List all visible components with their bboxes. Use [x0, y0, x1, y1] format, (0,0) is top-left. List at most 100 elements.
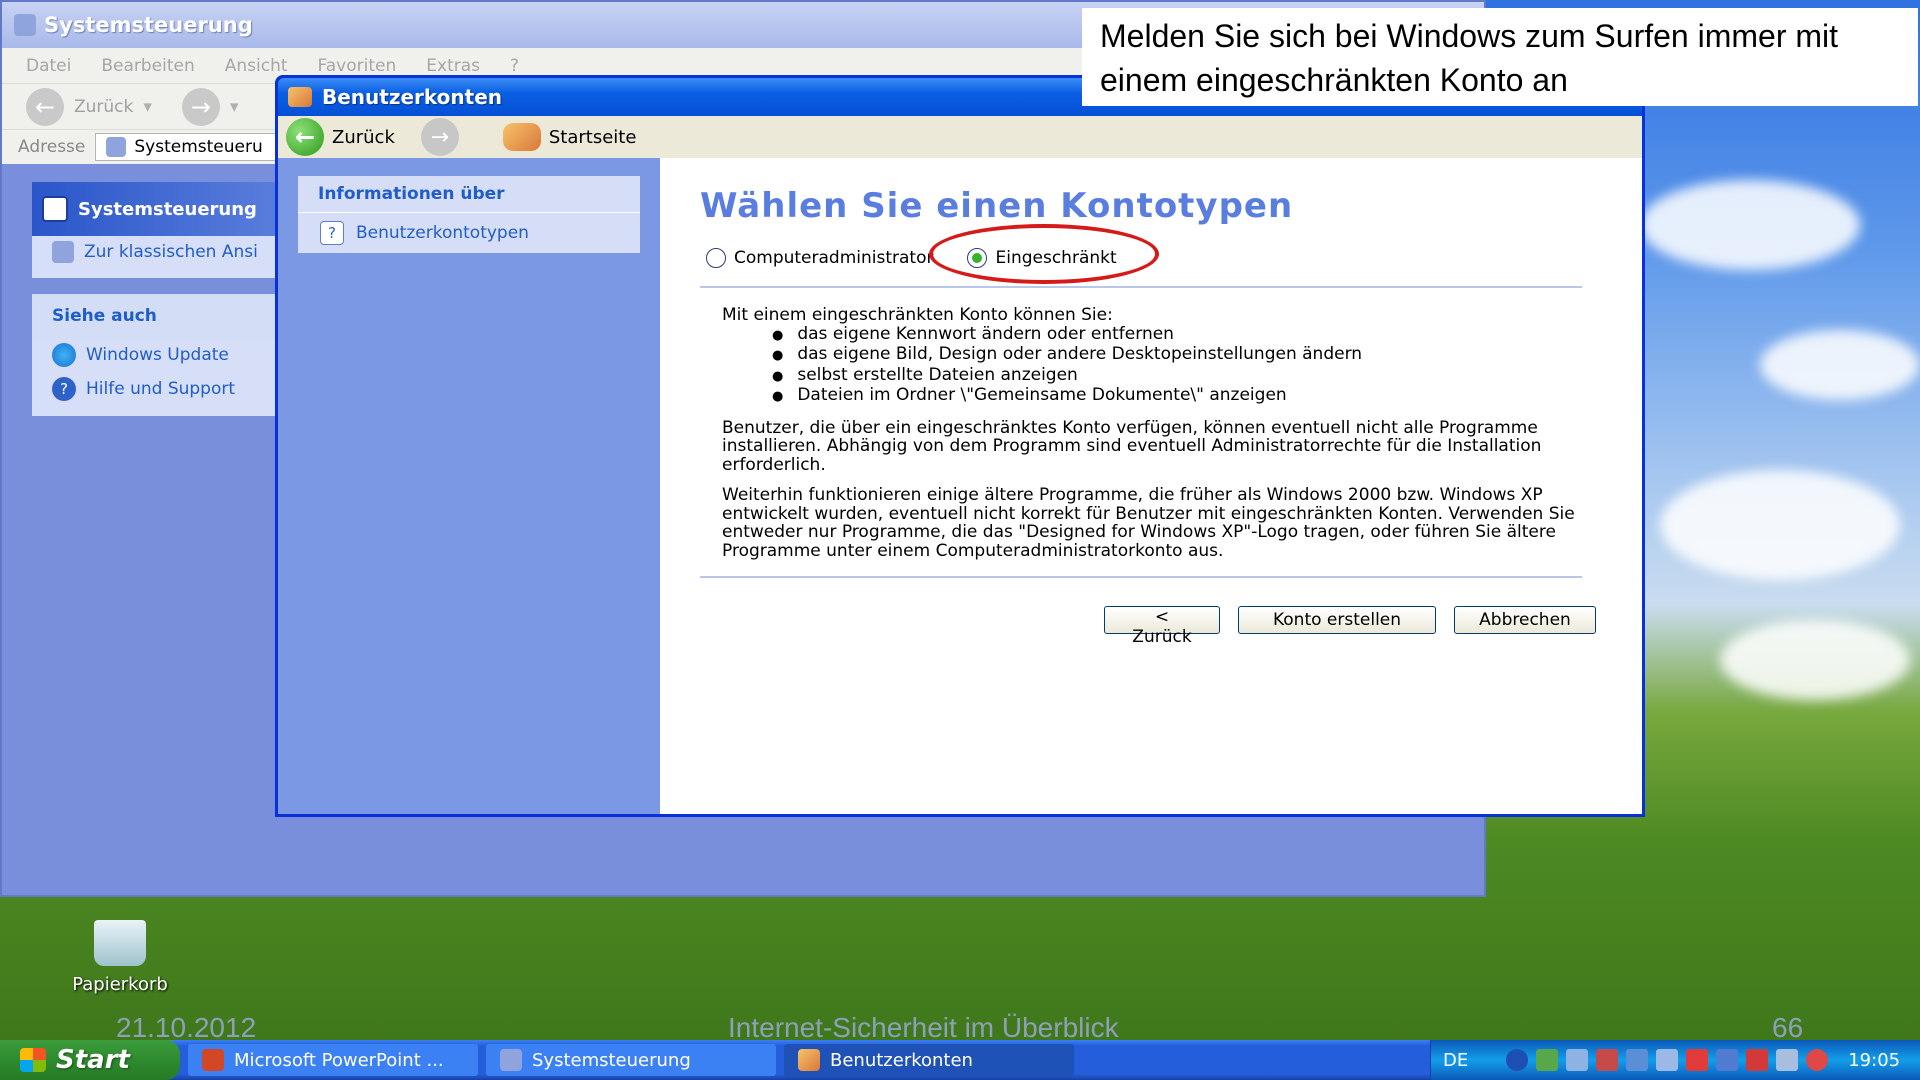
back-button[interactable]: < Zurück [1104, 606, 1220, 647]
alert-icon[interactable] [1746, 1049, 1769, 1071]
dialog-title: Benutzerkonten [322, 85, 503, 109]
security-icon[interactable] [1596, 1049, 1619, 1071]
task-user-accounts[interactable]: Benutzerkonten [784, 1044, 1074, 1076]
language-indicator[interactable]: DE [1443, 1050, 1468, 1071]
windows-update-label: Windows Update [86, 345, 229, 365]
dialog-side-pane: Informationen über ? Benutzerkontotypen [278, 158, 660, 814]
address-value: Systemsteueru [134, 137, 263, 157]
volume-icon[interactable] [1566, 1049, 1589, 1071]
recycle-bin-label: Papierkorb [72, 974, 168, 995]
task-powerpoint[interactable]: Microsoft PowerPoint ... [188, 1044, 478, 1076]
task-label: Microsoft PowerPoint ... [234, 1049, 444, 1071]
radio-computer-admin[interactable] [706, 248, 726, 268]
back-arrow-icon[interactable]: ← [26, 87, 64, 126]
slide-annotation: Melden Sie sich bei Windows zum Surfen i… [1082, 8, 1918, 106]
classic-view-link[interactable]: Zur klassischen Ansi [32, 236, 282, 268]
display-icon[interactable] [1716, 1049, 1739, 1071]
windows-update-icon [52, 343, 76, 367]
create-account-button[interactable]: Konto erstellen [1238, 606, 1436, 634]
chevron-down-icon[interactable]: ▾ [143, 97, 152, 117]
dialog-main-pane: Wählen Sie einen Kontotypen Computeradmi… [660, 158, 1642, 814]
start-label: Start [56, 1045, 130, 1075]
cloud [1640, 180, 1860, 270]
dialog-toolbar: ← Zurück → Startseite [278, 116, 1642, 158]
taskbar: Start Microsoft PowerPoint ... Systemste… [0, 1040, 1920, 1080]
chevron-down-icon[interactable]: ▾ [230, 97, 239, 117]
recycle-bin[interactable]: Papierkorb [60, 920, 180, 995]
highlight-circle [929, 224, 1159, 284]
permission-list: das eigene Kennwort ändern oder entferne… [797, 324, 1602, 407]
description-intro: Mit einem eingeschränkten Konto können S… [722, 305, 1113, 325]
users-home-icon[interactable] [502, 123, 541, 151]
control-panel-icon [106, 137, 127, 157]
control-panel-left-pane: Systemsteuerung Zur klassischen Ansi Sie… [32, 182, 282, 432]
window-title: Systemsteuerung [44, 13, 253, 37]
help-support-label: Hilfe und Support [86, 379, 236, 399]
see-also-title: Siehe auch [32, 294, 282, 338]
back-arrow-icon[interactable]: ← [286, 118, 324, 156]
info-box-title: Informationen über [298, 176, 640, 213]
back-button-label[interactable]: Zurück [74, 97, 133, 117]
windows-update-link[interactable]: Windows Update [32, 338, 282, 372]
list-item: das eigene Kennwort ändern oder entferne… [797, 324, 1602, 346]
page-title: Wählen Sie einen Kontotypen [700, 186, 1294, 226]
classic-view-label: Zur klassischen Ansi [84, 242, 258, 262]
account-types-label: Benutzerkontotypen [356, 223, 529, 243]
cloud [1660, 470, 1900, 580]
task-control-panel[interactable]: Systemsteuerung [486, 1044, 776, 1076]
update-icon[interactable] [1656, 1049, 1679, 1071]
recycle-bin-icon [94, 920, 146, 966]
radio-computer-admin-label[interactable]: Computeradministrator [734, 248, 933, 268]
help-support-link[interactable]: ? Hilfe und Support [32, 372, 282, 406]
control-panel-icon [52, 241, 74, 263]
see-also-box: Siehe auch Windows Update ? Hilfe und Su… [32, 294, 282, 416]
list-item: Dateien im Ordner \"Gemeinsame Dokumente… [797, 386, 1602, 407]
dialog-back-label[interactable]: Zurück [332, 127, 395, 148]
cloud [1760, 330, 1920, 400]
home-link[interactable]: Startseite [549, 127, 637, 148]
users-icon [798, 1049, 820, 1071]
menu-item-datei[interactable]: Datei [26, 56, 71, 76]
powerpoint-icon [202, 1049, 224, 1071]
account-types-link[interactable]: ? Benutzerkontotypen [298, 213, 640, 253]
monitor-icon[interactable] [1776, 1049, 1799, 1071]
dialog-button-row: < Zurück Konto erstellen Abbrechen [700, 606, 1596, 647]
forward-arrow-icon[interactable]: → [420, 118, 459, 156]
shield-icon[interactable] [1806, 1049, 1829, 1071]
menu-item-favoriten[interactable]: Favoriten [318, 56, 397, 76]
help-icon: ? [320, 221, 344, 245]
menu-item-extras[interactable]: Extras [426, 56, 480, 76]
start-button[interactable]: Start [0, 1040, 180, 1080]
chevron-left-icon[interactable] [1506, 1049, 1529, 1071]
cancel-button[interactable]: Abbrechen [1454, 606, 1596, 634]
control-panel-box-header: Systemsteuerung [32, 182, 282, 236]
control-panel-icon [14, 14, 36, 36]
address-label: Adresse [18, 137, 86, 157]
control-panel-box: Systemsteuerung Zur klassischen Ansi [32, 182, 282, 278]
connection-icon[interactable] [1626, 1049, 1649, 1071]
clock[interactable]: 19:05 [1848, 1050, 1900, 1071]
checkmark-icon [42, 196, 68, 222]
user-accounts-window: Benutzerkonten ← Zurück → Startseite Inf… [275, 75, 1645, 817]
divider [700, 286, 1582, 288]
cloud [1720, 620, 1910, 700]
control-panel-icon [500, 1049, 522, 1071]
info-box: Informationen über ? Benutzerkontotypen [298, 176, 640, 253]
network-icon[interactable] [1536, 1049, 1559, 1071]
dialog-body: Informationen über ? Benutzerkontotypen … [278, 158, 1642, 814]
users-icon [288, 87, 312, 107]
antivirus-icon[interactable] [1686, 1049, 1709, 1071]
menu-item-help[interactable]: ? [510, 56, 519, 76]
task-label: Benutzerkonten [830, 1049, 973, 1071]
menu-item-ansicht[interactable]: Ansicht [225, 56, 288, 76]
task-label: Systemsteuerung [532, 1049, 691, 1071]
menu-item-bearbeiten[interactable]: Bearbeiten [101, 56, 194, 76]
help-icon: ? [52, 377, 76, 401]
list-item: das eigene Bild, Design oder andere Desk… [797, 345, 1602, 366]
windows-logo-icon [20, 1048, 46, 1072]
account-description: Mit einem eingeschränkten Konto können S… [722, 306, 1602, 560]
divider [700, 576, 1582, 578]
description-paragraph-2: Weiterhin funktionieren einige ältere Pr… [722, 485, 1575, 561]
forward-arrow-icon[interactable]: → [181, 87, 220, 126]
list-item: selbst erstellte Dateien anzeigen [797, 365, 1602, 387]
